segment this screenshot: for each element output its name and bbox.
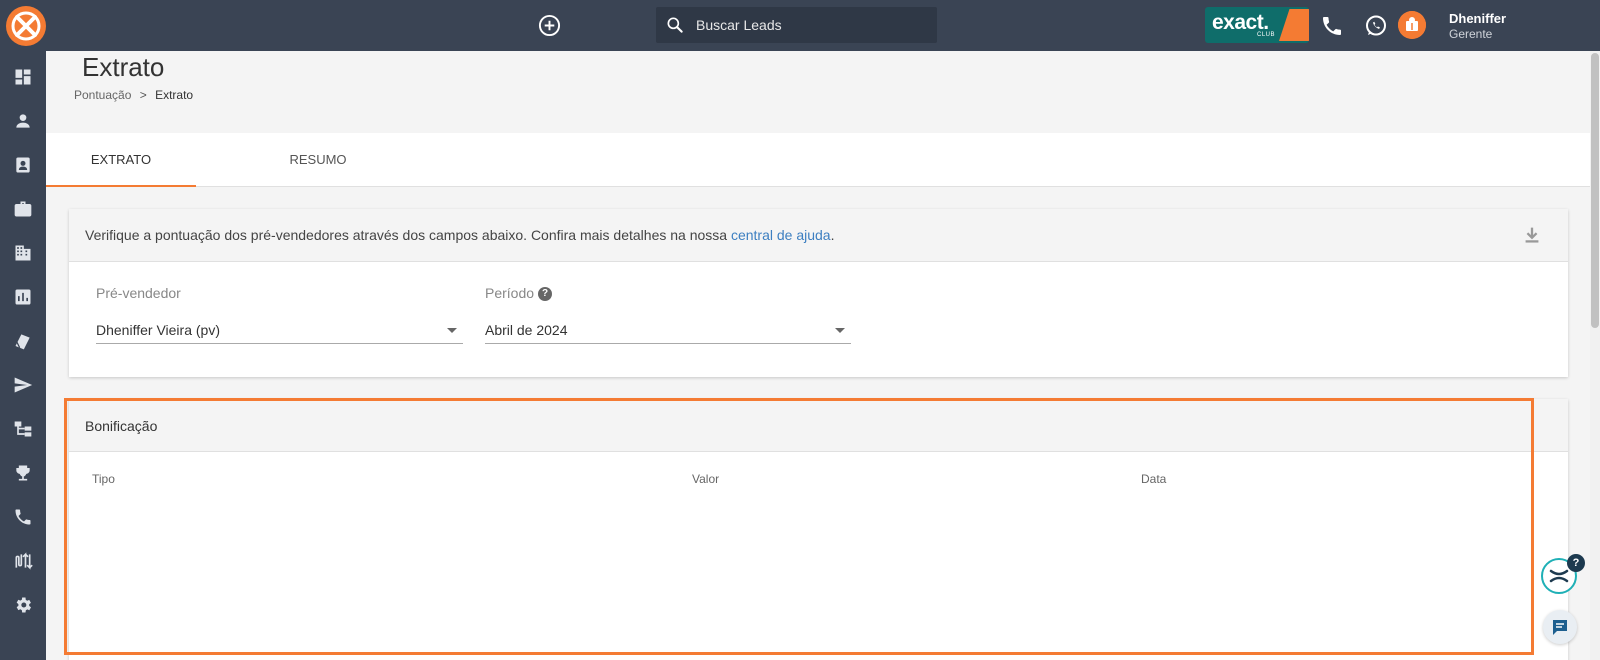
seller-label: Pré-vendedor — [96, 285, 181, 301]
hierarchy-icon — [14, 421, 32, 437]
phone-icon — [15, 509, 31, 525]
user-avatar-icon — [1398, 11, 1426, 39]
person-icon — [16, 114, 30, 128]
whatsapp-icon[interactable] — [1364, 14, 1388, 38]
bonus-header: Bonificação — [69, 399, 1568, 452]
breadcrumb-current: Extrato — [155, 88, 194, 102]
top-bar: exact. CLUB Dheniffer Gerente — [0, 0, 1600, 51]
chevron-down-icon — [835, 328, 845, 333]
phone-icon[interactable] — [1320, 14, 1344, 38]
floating-chat-button[interactable] — [1543, 610, 1577, 644]
settings-icon — [16, 597, 31, 613]
floating-help-button[interactable]: ? — [1541, 554, 1585, 594]
sidebar-item-trophy[interactable] — [13, 463, 33, 483]
period-value: Abril de 2024 — [485, 322, 568, 338]
column-header-valor[interactable]: Valor — [692, 472, 719, 486]
sidebar-item-tag[interactable] — [13, 331, 33, 351]
building-icon — [15, 245, 31, 261]
chart-icon — [15, 289, 31, 305]
breadcrumb-separator: > — [139, 88, 147, 102]
sidebar-item-phone[interactable] — [13, 507, 33, 527]
sidebar-item-settings[interactable] — [13, 595, 33, 615]
play-icon — [1279, 9, 1309, 41]
breadcrumb-parent[interactable]: Pontuação — [74, 88, 131, 102]
sidebar-item-briefcase[interactable] — [13, 199, 33, 219]
filter-info-text: Verifique a pontuação dos pré-vendedores… — [85, 227, 834, 243]
bonus-title: Bonificação — [85, 418, 158, 434]
bonus-card: Bonificação Tipo Valor Data — [69, 399, 1568, 660]
column-header-data[interactable]: Data — [1141, 472, 1166, 486]
sidebar-item-person[interactable] — [13, 111, 33, 131]
tab-bar: EXTRATO RESUMO — [46, 133, 1590, 187]
sidebar — [0, 51, 46, 660]
chevron-down-icon — [447, 328, 457, 333]
routing-icon — [15, 552, 33, 570]
filter-card: Verifique a pontuação dos pré-vendedores… — [69, 209, 1568, 377]
briefcase-icon — [14, 201, 32, 217]
sidebar-item-hierarchy[interactable] — [13, 419, 33, 439]
column-header-tipo[interactable]: Tipo — [92, 472, 115, 486]
breadcrumb: Pontuação > Extrato — [74, 88, 193, 102]
user-role: Gerente — [1449, 27, 1493, 41]
exact-club-badge[interactable]: exact. CLUB — [1205, 7, 1309, 43]
search-input[interactable] — [696, 7, 926, 43]
sidebar-item-chart[interactable] — [13, 287, 33, 307]
help-icon[interactable]: ? — [538, 287, 553, 302]
seller-value: Dheniffer Vieira (pv) — [96, 322, 220, 338]
user-name[interactable]: Dheniffer — [1449, 11, 1506, 26]
contacts-icon — [16, 157, 30, 173]
tag-icon — [15, 334, 30, 350]
chat-icon — [1553, 620, 1567, 635]
sidebar-item-routing[interactable] — [13, 551, 33, 571]
download-icon[interactable] — [1521, 224, 1543, 246]
info-text: Verifique a pontuação dos pré-vendedores… — [85, 227, 731, 243]
search-icon — [667, 17, 683, 33]
sidebar-item-send[interactable] — [13, 375, 33, 395]
send-icon — [14, 377, 33, 393]
sidebar-item-dashboard[interactable] — [13, 67, 33, 87]
search-box — [656, 7, 937, 43]
tab-resumo[interactable]: RESUMO — [243, 133, 393, 187]
filter-header: Verifique a pontuação dos pré-vendedores… — [69, 209, 1568, 262]
avatar[interactable] — [1398, 11, 1426, 39]
exact-logo-icon — [7, 7, 45, 45]
sidebar-item-contacts[interactable] — [13, 155, 33, 175]
scrollbar-thumb[interactable] — [1591, 53, 1599, 328]
trophy-icon — [16, 465, 30, 481]
page-title: Extrato — [82, 52, 165, 82]
period-select[interactable]: Abril de 2024 — [485, 316, 851, 344]
dashboard-icon — [15, 69, 31, 85]
sidebar-item-building[interactable] — [13, 243, 33, 263]
plus-circle-icon[interactable] — [538, 14, 561, 37]
help-center-link[interactable]: central de ajuda — [731, 227, 831, 243]
tab-extrato[interactable]: EXTRATO — [46, 133, 196, 187]
period-label: Período? — [485, 285, 553, 302]
help-badge: ? — [1567, 554, 1585, 572]
app-logo[interactable] — [6, 6, 46, 46]
brand-sub: CLUB — [1257, 32, 1276, 38]
seller-select[interactable]: Dheniffer Vieira (pv) — [96, 316, 463, 344]
info-end: . — [830, 227, 835, 243]
period-label-text: Período — [485, 285, 535, 301]
